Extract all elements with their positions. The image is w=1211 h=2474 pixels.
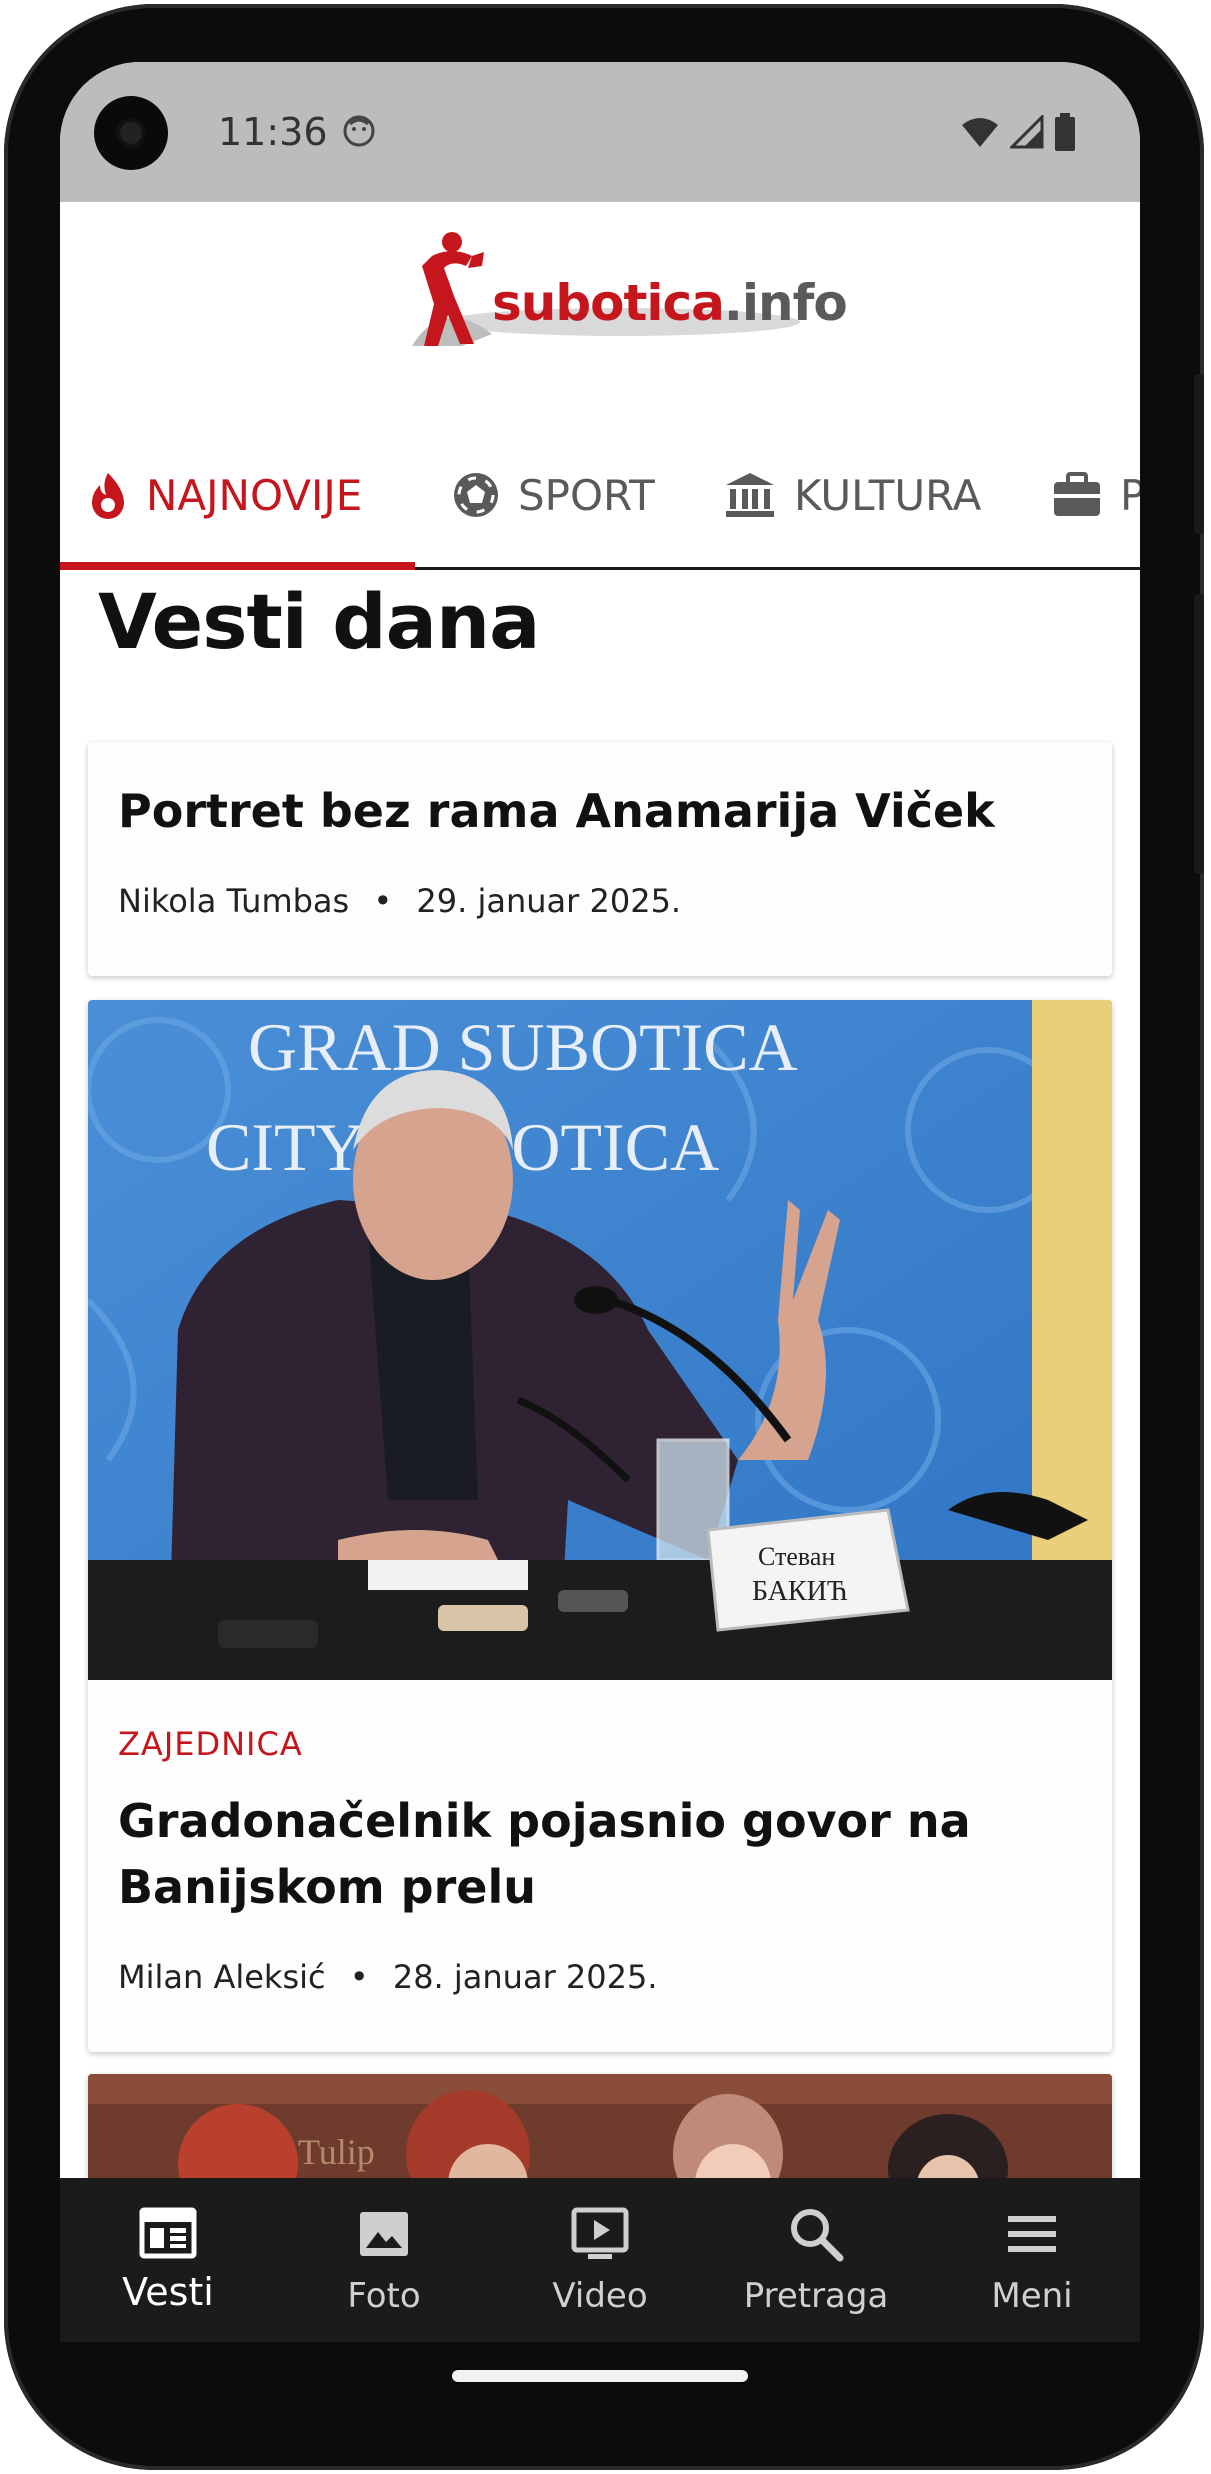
- logo-suffix: .info: [723, 274, 848, 332]
- soccer-ball-icon: [454, 473, 498, 517]
- logo-brand: subotica: [492, 274, 725, 332]
- active-tab-indicator: [60, 562, 415, 570]
- tab-label: P: [1120, 470, 1140, 520]
- banner-line-1: GRAD SUBOTICA: [248, 1009, 798, 1085]
- museum-icon: [726, 473, 774, 517]
- wifi-icon: [962, 118, 998, 147]
- tab-sport[interactable]: SPORT: [452, 420, 655, 570]
- article-author: Nikola Tumbas: [118, 882, 350, 920]
- article-card[interactable]: Portret bez rama Anamarija Viček Nikola …: [88, 742, 1112, 976]
- bottom-navigation: Vesti Foto Video Pretraga Meni: [60, 2178, 1140, 2342]
- article-title[interactable]: Portret bez rama Anamarija Viček: [118, 778, 1078, 844]
- nav-label: Vesti: [122, 2270, 214, 2314]
- article-card[interactable]: GRAD SUBOTICA CITY SUBOTICA Стеван БАКИЋ…: [88, 1000, 1112, 2052]
- article-title[interactable]: Gradonačelnik pojasnio govor na Banijsko…: [118, 1788, 1078, 1920]
- tab-label: NAJNOVIJE: [146, 470, 363, 520]
- image-icon: [360, 2212, 408, 2256]
- system-icons: [960, 112, 1076, 152]
- article-photo[interactable]: Tulip: [88, 2074, 1112, 2224]
- nav-foto[interactable]: Foto: [276, 2178, 492, 2342]
- tab-label: KULTURA: [794, 470, 982, 520]
- nav-label: Meni: [991, 2276, 1073, 2316]
- nav-video[interactable]: Video: [492, 2178, 708, 2342]
- briefcase-icon: [1054, 472, 1100, 516]
- nav-label: Pretraga: [743, 2276, 889, 2316]
- meta-separator: •: [373, 882, 393, 920]
- article-date: 29. januar 2025.: [416, 882, 682, 920]
- photo-sign-text: Tulip: [298, 2132, 375, 2172]
- nav-label: Foto: [347, 2276, 421, 2316]
- tab-kultura[interactable]: KULTURA: [724, 420, 981, 570]
- app-screen: 11:36 subotica.info NAJNOVIJE SPORT KULT…: [60, 62, 1140, 2342]
- home-gesture-handle[interactable]: [452, 2370, 748, 2382]
- tab-politika[interactable]: P: [1052, 420, 1140, 570]
- section-title: Vesti dana: [98, 577, 540, 666]
- tab-label: SPORT: [518, 470, 655, 520]
- newspaper-icon: [139, 2207, 197, 2259]
- logo-wordmark: subotica.info: [492, 274, 848, 332]
- cellular-signal-icon: [1010, 115, 1044, 149]
- status-time: 11:36: [218, 110, 328, 154]
- menu-icon: [1008, 2216, 1056, 2252]
- tab-najnovije[interactable]: NAJNOVIJE: [88, 420, 362, 570]
- app-header: subotica.info: [60, 202, 1140, 420]
- nameplate-line-1: Стеван: [758, 1542, 835, 1571]
- category-tabs: NAJNOVIJE SPORT KULTURA P: [60, 420, 1140, 570]
- press-conference-image: GRAD SUBOTICA CITY SUBOTICA Стеван БАКИЋ: [88, 1000, 1112, 1680]
- article-author: Milan Aleksić: [118, 1958, 326, 1996]
- volume-button: [1194, 594, 1204, 874]
- article-category[interactable]: ZAJEDNICA: [118, 1725, 303, 1763]
- article-photo[interactable]: GRAD SUBOTICA CITY SUBOTICA Стеван БАКИЋ: [88, 1000, 1112, 1680]
- video-icon: [571, 2207, 629, 2259]
- article-date: 28. januar 2025.: [392, 1958, 658, 1996]
- nav-meni[interactable]: Meni: [924, 2178, 1140, 2342]
- nav-vesti[interactable]: Vesti: [60, 2178, 276, 2342]
- front-camera: [94, 96, 168, 170]
- nav-pretraga[interactable]: Pretraga: [708, 2178, 924, 2342]
- meta-separator: •: [349, 1958, 369, 1996]
- power-button: [1194, 374, 1204, 534]
- article-meta: Milan Aleksić • 28. januar 2025.: [118, 1958, 658, 1996]
- status-bar: 11:36: [60, 62, 1140, 202]
- search-icon: [791, 2209, 844, 2262]
- flame-icon: [92, 473, 124, 519]
- article-meta: Nikola Tumbas • 29. januar 2025.: [118, 882, 681, 920]
- nav-label: Video: [552, 2276, 648, 2316]
- battery-icon: [1055, 113, 1075, 151]
- notification-face-icon: [343, 115, 375, 147]
- nameplate-line-2: БАКИЋ: [752, 1576, 848, 1607]
